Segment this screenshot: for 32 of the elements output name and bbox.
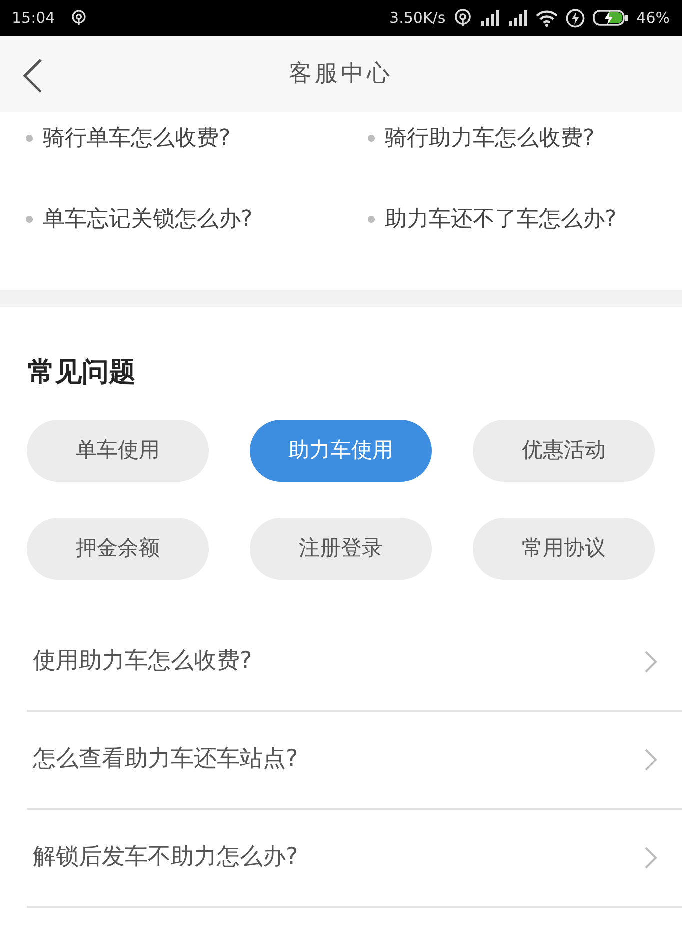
question-row[interactable]: 使用助力车怎么收费? (27, 614, 682, 712)
hotspot-icon (71, 10, 88, 26)
question-link[interactable]: 单车忘记关锁怎么办? (43, 202, 253, 236)
bullet-icon (26, 134, 33, 142)
battery-charging-icon (592, 9, 629, 27)
clock: 15:04 (12, 8, 56, 29)
question-link[interactable]: 助力车还不了车怎么办? (385, 202, 617, 236)
question-link[interactable]: 骑行助力车怎么收费? (385, 122, 595, 154)
chevron-icon (644, 846, 658, 870)
page-title: 客服中心 (289, 60, 393, 89)
bullet-icon (26, 216, 33, 222)
battery-percentage: 46% (636, 8, 670, 29)
question-row[interactable]: 解锁后发车不助力怎么办? (27, 810, 682, 908)
lightning-icon (566, 8, 585, 28)
chevron-icon (644, 650, 658, 674)
back-button[interactable] (22, 58, 44, 94)
wifi-icon (536, 10, 558, 26)
signal-icon (480, 10, 500, 26)
category-tab[interactable]: 注册登录 (250, 518, 432, 580)
bullet-icon (368, 216, 375, 222)
category-tab[interactable]: 优惠活动 (473, 420, 655, 482)
signal-icon (508, 10, 528, 26)
section-title: 常见问题 (28, 356, 137, 390)
network-speed: 3.50K/s (390, 8, 446, 29)
chevron-icon (644, 748, 658, 772)
category-tab[interactable]: 押金余额 (27, 518, 209, 580)
question-row[interactable]: 怎么查看助力车还车站点? (27, 712, 682, 810)
question-link[interactable]: 骑行单车怎么收费? (43, 122, 231, 154)
category-tab[interactable]: 单车使用 (27, 420, 209, 482)
category-tab[interactable]: 常用协议 (473, 518, 655, 580)
bullet-icon (368, 134, 375, 142)
hotspot-icon (454, 9, 472, 27)
